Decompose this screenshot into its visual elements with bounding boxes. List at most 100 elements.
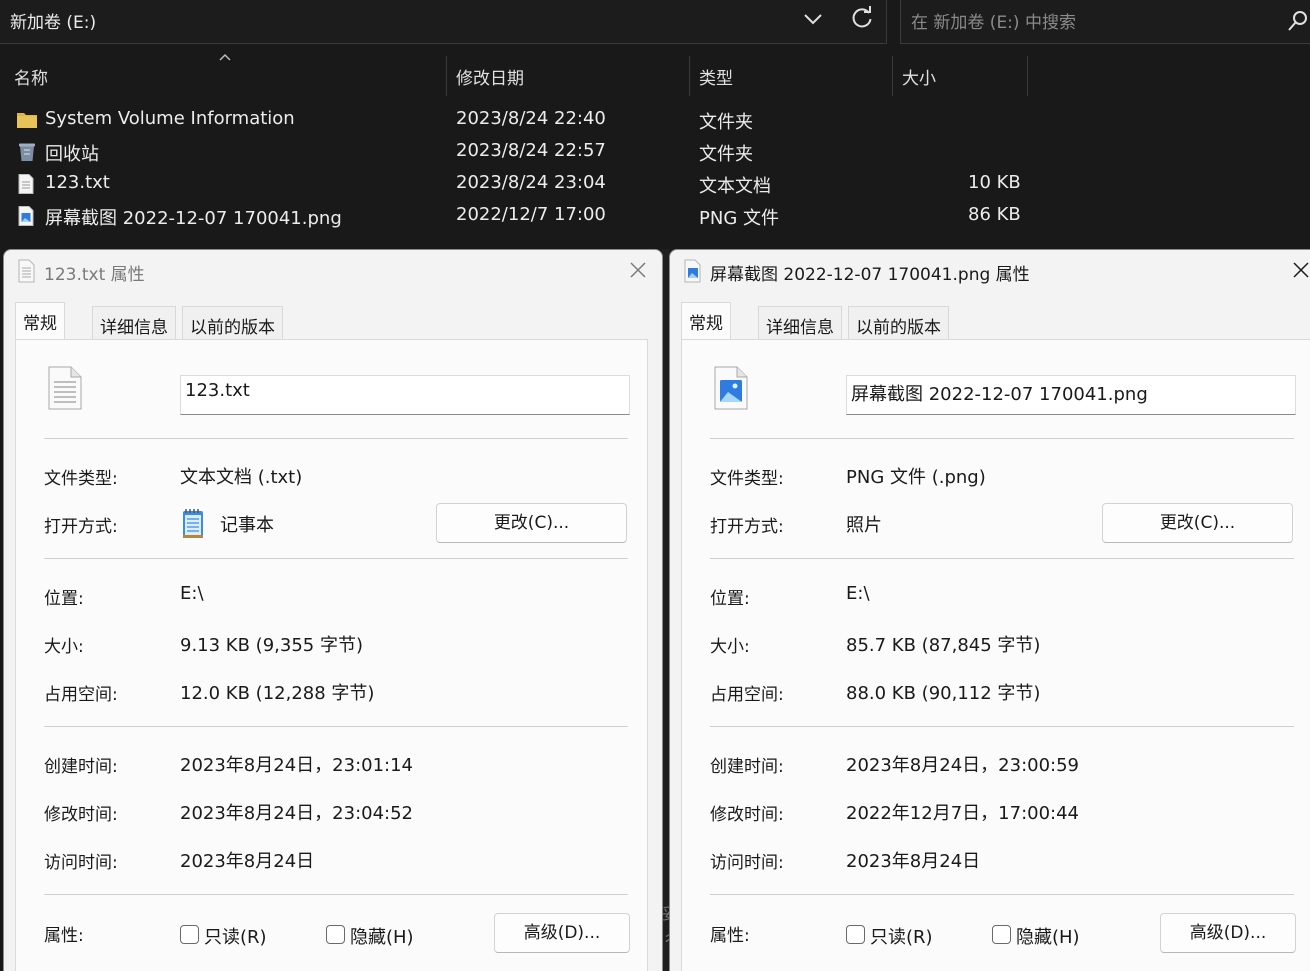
- label-modified: 修改时间:: [44, 805, 118, 825]
- label-location: 位置:: [44, 589, 84, 609]
- file-modified: 2023/8/24 22:57: [456, 140, 606, 161]
- file-name: 123.txt: [45, 172, 110, 193]
- text-file-icon: [18, 174, 34, 194]
- properties-dialog-txt: 123.txt 属性 常规 详细信息 以前的版本 123.txt 文件类型: 文…: [3, 249, 663, 971]
- image-file-icon: [714, 366, 748, 410]
- value-created: 2023年8月24日，23:01:14: [180, 755, 414, 776]
- file-modified: 2023/8/24 23:04: [456, 172, 606, 193]
- divider: [710, 558, 1294, 559]
- address-text: 新加卷 (E:): [10, 13, 97, 33]
- tab-general[interactable]: 常规: [15, 302, 65, 340]
- filename-input[interactable]: 屏幕截图 2022-12-07 170041.png: [846, 375, 1296, 415]
- folder-icon: [17, 113, 37, 128]
- tab-previous-versions[interactable]: 以前的版本: [848, 306, 949, 340]
- file-name: 回收站: [45, 144, 99, 165]
- file-row[interactable]: 屏幕截图 2022-12-07 170041.png 2022/12/7 17:…: [0, 200, 1310, 232]
- address-bar[interactable]: 新加卷 (E:): [0, 0, 887, 44]
- label-open-with: 打开方式:: [44, 517, 118, 537]
- column-header-name[interactable]: 名称: [0, 56, 447, 96]
- value-open-with: 记事本: [220, 515, 274, 536]
- label-location: 位置:: [710, 589, 750, 609]
- close-icon[interactable]: [1290, 259, 1310, 281]
- column-header-modified[interactable]: 修改日期: [447, 56, 690, 96]
- hidden-checkbox[interactable]: [326, 925, 345, 944]
- close-icon[interactable]: [627, 259, 649, 281]
- value-open-with: 照片: [846, 515, 882, 536]
- tab-details[interactable]: 详细信息: [758, 306, 842, 340]
- readonly-label[interactable]: 只读(R): [204, 923, 267, 949]
- label-file-type: 文件类型:: [710, 469, 784, 489]
- file-type: 文件夹: [699, 144, 753, 165]
- search-icon[interactable]: [1288, 10, 1308, 32]
- search-placeholder: 在 新加卷 (E:) 中搜索: [911, 13, 1076, 33]
- value-size-on-disk: 88.0 KB (90,112 字节): [846, 683, 1041, 704]
- value-size-on-disk: 12.0 KB (12,288 字节): [180, 683, 375, 704]
- advanced-button[interactable]: 高级(D)...: [1160, 913, 1296, 953]
- file-name: System Volume Information: [45, 108, 295, 129]
- label-size-on-disk: 占用空间:: [710, 685, 784, 705]
- label-accessed: 访问时间:: [44, 853, 118, 873]
- tab-previous-versions[interactable]: 以前的版本: [182, 306, 283, 340]
- label-file-type: 文件类型:: [44, 469, 118, 489]
- value-accessed: 2023年8月24日: [846, 851, 981, 872]
- divider: [710, 894, 1294, 895]
- image-file-icon: [18, 206, 34, 226]
- label-created: 创建时间:: [44, 757, 118, 777]
- readonly-checkbox[interactable]: [846, 925, 865, 944]
- advanced-button[interactable]: 高级(D)...: [494, 913, 630, 953]
- file-modified: 2022/12/7 17:00: [456, 204, 606, 225]
- value-file-type: 文本文档 (.txt): [180, 467, 303, 488]
- divider: [44, 726, 628, 727]
- divider: [44, 894, 628, 895]
- file-type: 文本文档: [699, 176, 771, 197]
- text-file-icon: [18, 259, 35, 283]
- tab-general[interactable]: 常规: [681, 302, 731, 340]
- column-divider[interactable]: [1027, 56, 1028, 96]
- file-modified: 2023/8/24 22:40: [456, 108, 606, 129]
- value-location: E:\: [846, 583, 870, 604]
- column-header-size[interactable]: 大小: [893, 56, 1028, 96]
- value-created: 2023年8月24日，23:00:59: [846, 755, 1080, 776]
- readonly-checkbox[interactable]: [180, 925, 199, 944]
- change-button[interactable]: 更改(C)...: [1102, 503, 1293, 543]
- general-panel: 屏幕截图 2022-12-07 170041.png 文件类型: PNG 文件 …: [681, 339, 1310, 971]
- hidden-label[interactable]: 隐藏(H): [350, 923, 414, 949]
- label-created: 创建时间:: [710, 757, 784, 777]
- tab-details[interactable]: 详细信息: [92, 306, 176, 340]
- file-row[interactable]: 123.txt 2023/8/24 23:04 文本文档 10 KB: [0, 168, 1310, 200]
- divider: [44, 438, 628, 439]
- hidden-label[interactable]: 隐藏(H): [1016, 923, 1080, 949]
- readonly-label[interactable]: 只读(R): [870, 923, 933, 949]
- text-file-icon: [48, 366, 82, 410]
- column-header-type[interactable]: 类型: [690, 56, 893, 96]
- value-size: 9.13 KB (9,355 字节): [180, 635, 363, 656]
- value-location: E:\: [180, 583, 204, 604]
- refresh-icon[interactable]: [848, 4, 876, 32]
- value-modified: 2023年8月24日，23:04:52: [180, 803, 414, 824]
- filename-input[interactable]: 123.txt: [180, 375, 630, 415]
- dialog-title: 屏幕截图 2022-12-07 170041.png 属性: [710, 265, 1030, 285]
- file-size: 86 KB: [968, 204, 1021, 225]
- hidden-checkbox[interactable]: [992, 925, 1011, 944]
- file-name: 屏幕截图 2022-12-07 170041.png: [45, 208, 342, 229]
- file-row[interactable]: System Volume Information 2023/8/24 22:4…: [0, 104, 1310, 136]
- label-size-on-disk: 占用空间:: [44, 685, 118, 705]
- general-panel: 123.txt 文件类型: 文本文档 (.txt) 打开方式: 记事本 更改(C…: [15, 339, 648, 971]
- properties-dialog-png: 屏幕截图 2022-12-07 170041.png 属性 常规 详细信息 以前…: [669, 249, 1310, 971]
- value-accessed: 2023年8月24日: [180, 851, 315, 872]
- change-button[interactable]: 更改(C)...: [436, 503, 627, 543]
- chevron-down-icon[interactable]: [800, 6, 826, 32]
- divider: [710, 438, 1294, 439]
- value-size: 85.7 KB (87,845 字节): [846, 635, 1041, 656]
- file-type: 文件夹: [699, 112, 753, 133]
- label-attributes: 属性:: [710, 926, 750, 946]
- value-file-type: PNG 文件 (.png): [846, 467, 986, 488]
- label-size: 大小:: [710, 637, 750, 657]
- file-size: 10 KB: [968, 172, 1021, 193]
- file-row[interactable]: 回收站 2023/8/24 22:57 文件夹: [0, 136, 1310, 168]
- divider: [710, 726, 1294, 727]
- recycle-bin-icon: [19, 143, 35, 161]
- dialog-title: 123.txt 属性: [44, 265, 145, 285]
- search-input[interactable]: 在 新加卷 (E:) 中搜索: [900, 0, 1310, 44]
- notepad-icon: [183, 509, 203, 538]
